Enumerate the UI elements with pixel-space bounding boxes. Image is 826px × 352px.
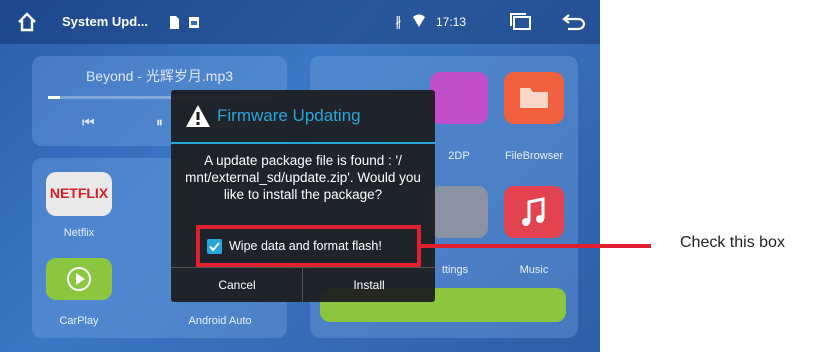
- install-button[interactable]: Install: [303, 268, 435, 303]
- a2dp-label: 2DP: [448, 150, 470, 162]
- checkbox-highlight-box: [196, 225, 421, 267]
- play-icon: [67, 267, 91, 291]
- bluetooth-icon: ∦: [395, 14, 402, 29]
- filebrowser-label: FileBrowser: [504, 150, 564, 162]
- dialog-buttons: Cancel Install: [171, 267, 435, 303]
- bluetooth-music-tile[interactable]: [430, 72, 488, 124]
- folder-icon: [520, 88, 548, 108]
- recent-apps-icon[interactable]: [508, 0, 534, 44]
- warning-icon: [186, 105, 210, 127]
- filebrowser-tile[interactable]: [504, 72, 564, 124]
- status-bar: System Upd... ∦ 17:13: [0, 0, 600, 44]
- dialog-title: Firmware Updating: [217, 106, 361, 125]
- music-note-icon: [522, 197, 545, 226]
- carplay-label: CarPlay: [59, 315, 99, 327]
- settings-label: ttings: [441, 264, 469, 276]
- netflix-logo: NETFLIX: [49, 185, 109, 201]
- image-icon: [188, 0, 202, 44]
- progress-fill: [48, 96, 60, 99]
- home-icon[interactable]: [16, 0, 40, 44]
- cancel-button[interactable]: Cancel: [171, 268, 303, 303]
- netflix-app-tile[interactable]: NETFLIX: [46, 172, 112, 216]
- dialog-title-bar: Firmware Updating: [171, 90, 435, 144]
- app-title: System Upd...: [62, 14, 148, 29]
- music-label: Music: [519, 264, 549, 276]
- callout-line: [421, 244, 651, 248]
- track-title: Beyond - 光辉岁月.mp3: [85, 68, 234, 84]
- head-unit-screen: System Upd... ∦ 17:13 Beyond - 光辉岁月.mp3 …: [0, 0, 600, 352]
- previous-track-icon[interactable]: ⏮: [82, 114, 95, 131]
- wifi-icon: [412, 0, 428, 44]
- android-auto-label: Android Auto: [188, 315, 252, 327]
- dialog-message: A update package file is found : '/ mnt/…: [185, 153, 421, 202]
- title-divider: [171, 142, 435, 144]
- settings-tile[interactable]: [430, 186, 488, 238]
- firmware-update-dialog: Firmware Updating A update package file …: [171, 90, 435, 303]
- sd-card-icon: [168, 0, 182, 44]
- callout-text: Check this box: [680, 234, 785, 251]
- clock: 17:13: [436, 15, 467, 29]
- back-icon[interactable]: [560, 0, 588, 44]
- netflix-label: Netflix: [63, 227, 95, 239]
- music-app-tile[interactable]: [504, 186, 564, 238]
- pause-icon[interactable]: ⏸: [156, 114, 163, 131]
- carplay-app-tile[interactable]: [46, 258, 112, 300]
